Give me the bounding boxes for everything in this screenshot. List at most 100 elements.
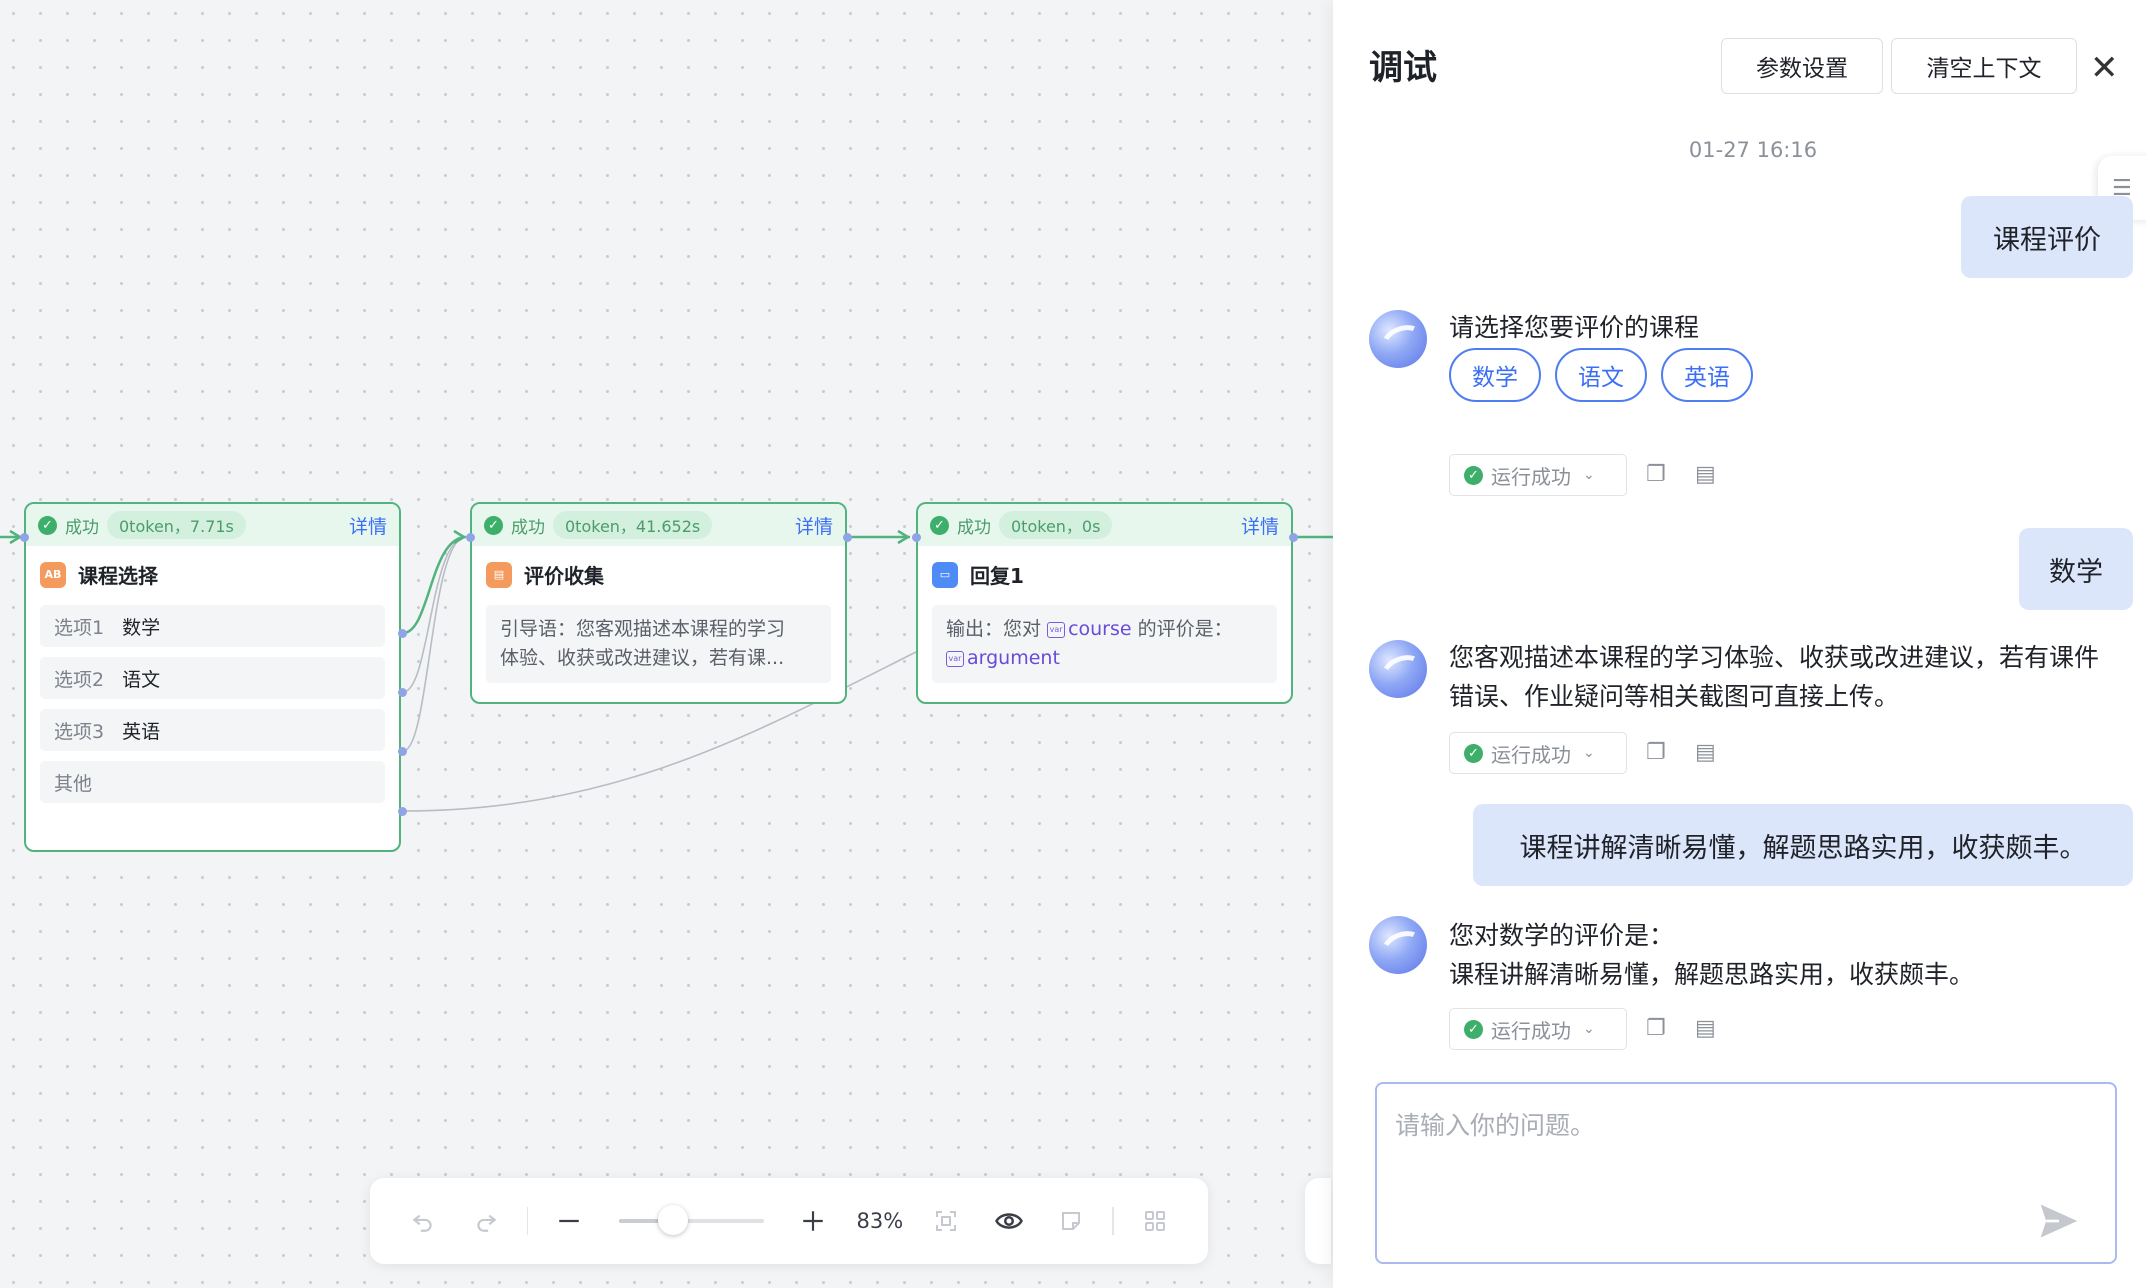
log-icon[interactable]: ▤ bbox=[1695, 1016, 1716, 1041]
log-icon[interactable]: ▤ bbox=[1695, 462, 1716, 487]
clear-context-button[interactable]: 清空上下文 bbox=[1891, 38, 2077, 94]
port-out[interactable] bbox=[1289, 533, 1298, 542]
node-header: ✓ 成功 0token，0s 详情 bbox=[918, 504, 1291, 546]
copy-icon[interactable]: ❐ bbox=[1646, 740, 1666, 765]
user-message: 数学 bbox=[2019, 528, 2133, 610]
port-in[interactable] bbox=[912, 533, 921, 542]
node-title: 评价收集 bbox=[524, 564, 604, 588]
slider-thumb[interactable] bbox=[657, 1205, 688, 1235]
option-key: 选项3 bbox=[54, 720, 105, 743]
send-icon[interactable] bbox=[2037, 1199, 2081, 1243]
bot-message-line: 错误、作业疑问等相关截图可直接上传。 bbox=[1449, 682, 1900, 711]
user-message: 课程讲解清晰易懂，解题思路实用，收获颇丰。 bbox=[1473, 804, 2133, 886]
redo-icon[interactable] bbox=[458, 1193, 512, 1249]
chat-input[interactable] bbox=[1377, 1084, 2115, 1262]
chevron-down-icon: ⌄ bbox=[1583, 1021, 1595, 1037]
copy-icon[interactable]: ❐ bbox=[1646, 1016, 1666, 1041]
side-toolbar-stub[interactable] bbox=[1305, 1178, 1331, 1264]
option-key: 选项1 bbox=[54, 616, 105, 639]
option-key: 其他 bbox=[54, 772, 93, 795]
bot-message: 您对数学的评价是： 课程讲解清晰易懂，解题思路实用，收获颇丰。 bbox=[1449, 916, 1974, 994]
log-icon[interactable]: ▤ bbox=[1695, 740, 1716, 765]
option-row: 选项1 数学 bbox=[40, 605, 385, 647]
divider bbox=[526, 1207, 529, 1235]
arrow-reply bbox=[897, 529, 911, 545]
user-message: 课程评价 bbox=[1961, 196, 2133, 278]
undo-icon[interactable] bbox=[396, 1193, 450, 1249]
port-in[interactable] bbox=[20, 533, 29, 542]
run-status: 运行成功 bbox=[1491, 464, 1571, 489]
port-out[interactable] bbox=[843, 533, 852, 542]
node-metric: 0token，7.71s bbox=[107, 511, 246, 539]
workflow-canvas[interactable]: ✓ 成功 0token，7.71s 详情 AB 课程选择 选项1 数学 选项2 … bbox=[0, 0, 1333, 1288]
guide-line: 引导语：您客观描述本课程的学习 bbox=[500, 618, 786, 640]
bot-message-line: 您对数学的评价是： bbox=[1449, 921, 1675, 950]
option-chip-chinese[interactable]: 语文 bbox=[1555, 348, 1647, 402]
node-reply1[interactable]: ✓ 成功 0token，0s 详情 ▭ 回复1 输出：您对 var course … bbox=[916, 502, 1293, 704]
fit-view-icon[interactable] bbox=[919, 1193, 973, 1249]
avatar bbox=[1369, 916, 1427, 974]
close-icon[interactable]: ✕ bbox=[2090, 48, 2119, 88]
option-row: 选项3 英语 bbox=[40, 709, 385, 751]
node-header: ✓ 成功 0token，7.71s 详情 bbox=[26, 504, 399, 546]
node-detail-link[interactable]: 详情 bbox=[349, 512, 387, 539]
eye-icon[interactable] bbox=[982, 1193, 1036, 1249]
node-status: 成功 bbox=[65, 517, 99, 538]
node-status: 成功 bbox=[957, 517, 991, 538]
node-review-collect[interactable]: ✓ 成功 0token，41.652s 详情 ▤ 评价收集 引导语：您客观描述本… bbox=[470, 502, 847, 704]
option-value: 英语 bbox=[122, 720, 161, 743]
avatar bbox=[1369, 640, 1427, 698]
chat-icon: ▭ bbox=[932, 561, 958, 588]
bot-message: 请选择您要评价的课程 bbox=[1449, 313, 1700, 342]
chevron-down-icon: ⌄ bbox=[1583, 745, 1595, 761]
success-check-icon: ✓ bbox=[38, 515, 57, 535]
node-detail-link[interactable]: 详情 bbox=[1241, 512, 1279, 539]
edge-option3 bbox=[402, 536, 467, 752]
variable-icon: var bbox=[946, 650, 964, 667]
node-metric: 0token，0s bbox=[999, 511, 1113, 539]
node-title-row: ▤ 评价收集 bbox=[472, 546, 845, 595]
debug-panel: 调试 参数设置 清空上下文 ✕ 01-27 16:16 ☰ 课程评价 请选择您要… bbox=[1333, 0, 2146, 1288]
port-option1[interactable] bbox=[398, 629, 407, 638]
run-status-dropdown[interactable]: ✓ 运行成功 ⌄ bbox=[1449, 1008, 1627, 1050]
output-prefix: 输出：您对 bbox=[946, 618, 1042, 640]
zoom-slider[interactable] bbox=[618, 1205, 765, 1235]
plus-icon[interactable] bbox=[786, 1193, 840, 1249]
option-row: 其他 bbox=[40, 761, 385, 803]
ab-icon: AB bbox=[40, 561, 66, 588]
edge-option2 bbox=[402, 536, 467, 693]
port-other[interactable] bbox=[398, 807, 407, 816]
guide-text: 引导语：您客观描述本课程的学习 体验、收获或改进建议，若有课... bbox=[486, 605, 831, 683]
bot-message: 您客观描述本课程的学习体验、收获或改进建议，若有课件 错误、作业疑问等相关截图可… bbox=[1449, 638, 2099, 716]
option-chip-english[interactable]: 英语 bbox=[1661, 348, 1753, 402]
run-status-dropdown[interactable]: ✓ 运行成功 ⌄ bbox=[1449, 454, 1627, 496]
canvas-toolbar: 83% bbox=[370, 1178, 1208, 1264]
output-mid: 的评价是： bbox=[1137, 618, 1233, 640]
variable-course: var course bbox=[1047, 618, 1132, 640]
copy-icon[interactable]: ❐ bbox=[1646, 462, 1666, 487]
bot-message-line: 课程讲解清晰易懂，解题思路实用，收获颇丰。 bbox=[1449, 960, 1975, 989]
node-title-row: AB 课程选择 bbox=[26, 546, 399, 595]
sticky-note-icon[interactable] bbox=[1044, 1193, 1098, 1249]
node-title-row: ▭ 回复1 bbox=[918, 546, 1291, 595]
run-status: 运行成功 bbox=[1491, 742, 1571, 767]
variable-name: argument bbox=[967, 647, 1060, 669]
port-option2[interactable] bbox=[398, 688, 407, 697]
timestamp: 01-27 16:16 bbox=[1688, 138, 1818, 162]
node-detail-link[interactable]: 详情 bbox=[795, 512, 833, 539]
zoom-level: 83% bbox=[856, 1209, 904, 1233]
edge-option1 bbox=[402, 535, 467, 635]
success-check-icon: ✓ bbox=[484, 515, 503, 535]
minus-icon[interactable] bbox=[542, 1193, 596, 1249]
port-in[interactable] bbox=[466, 533, 475, 542]
port-option3[interactable] bbox=[398, 747, 407, 756]
guide-line: 体验、收获或改进建议，若有课... bbox=[500, 647, 785, 669]
variable-icon: var bbox=[1047, 621, 1066, 638]
grid-icon[interactable] bbox=[1128, 1193, 1182, 1249]
divider bbox=[1112, 1207, 1114, 1235]
run-status-dropdown[interactable]: ✓ 运行成功 ⌄ bbox=[1449, 732, 1627, 774]
option-row: 选项2 语文 bbox=[40, 657, 385, 699]
node-course-select[interactable]: ✓ 成功 0token，7.71s 详情 AB 课程选择 选项1 数学 选项2 … bbox=[24, 502, 401, 852]
option-chip-math[interactable]: 数学 bbox=[1449, 348, 1541, 402]
params-button[interactable]: 参数设置 bbox=[1721, 38, 1883, 94]
